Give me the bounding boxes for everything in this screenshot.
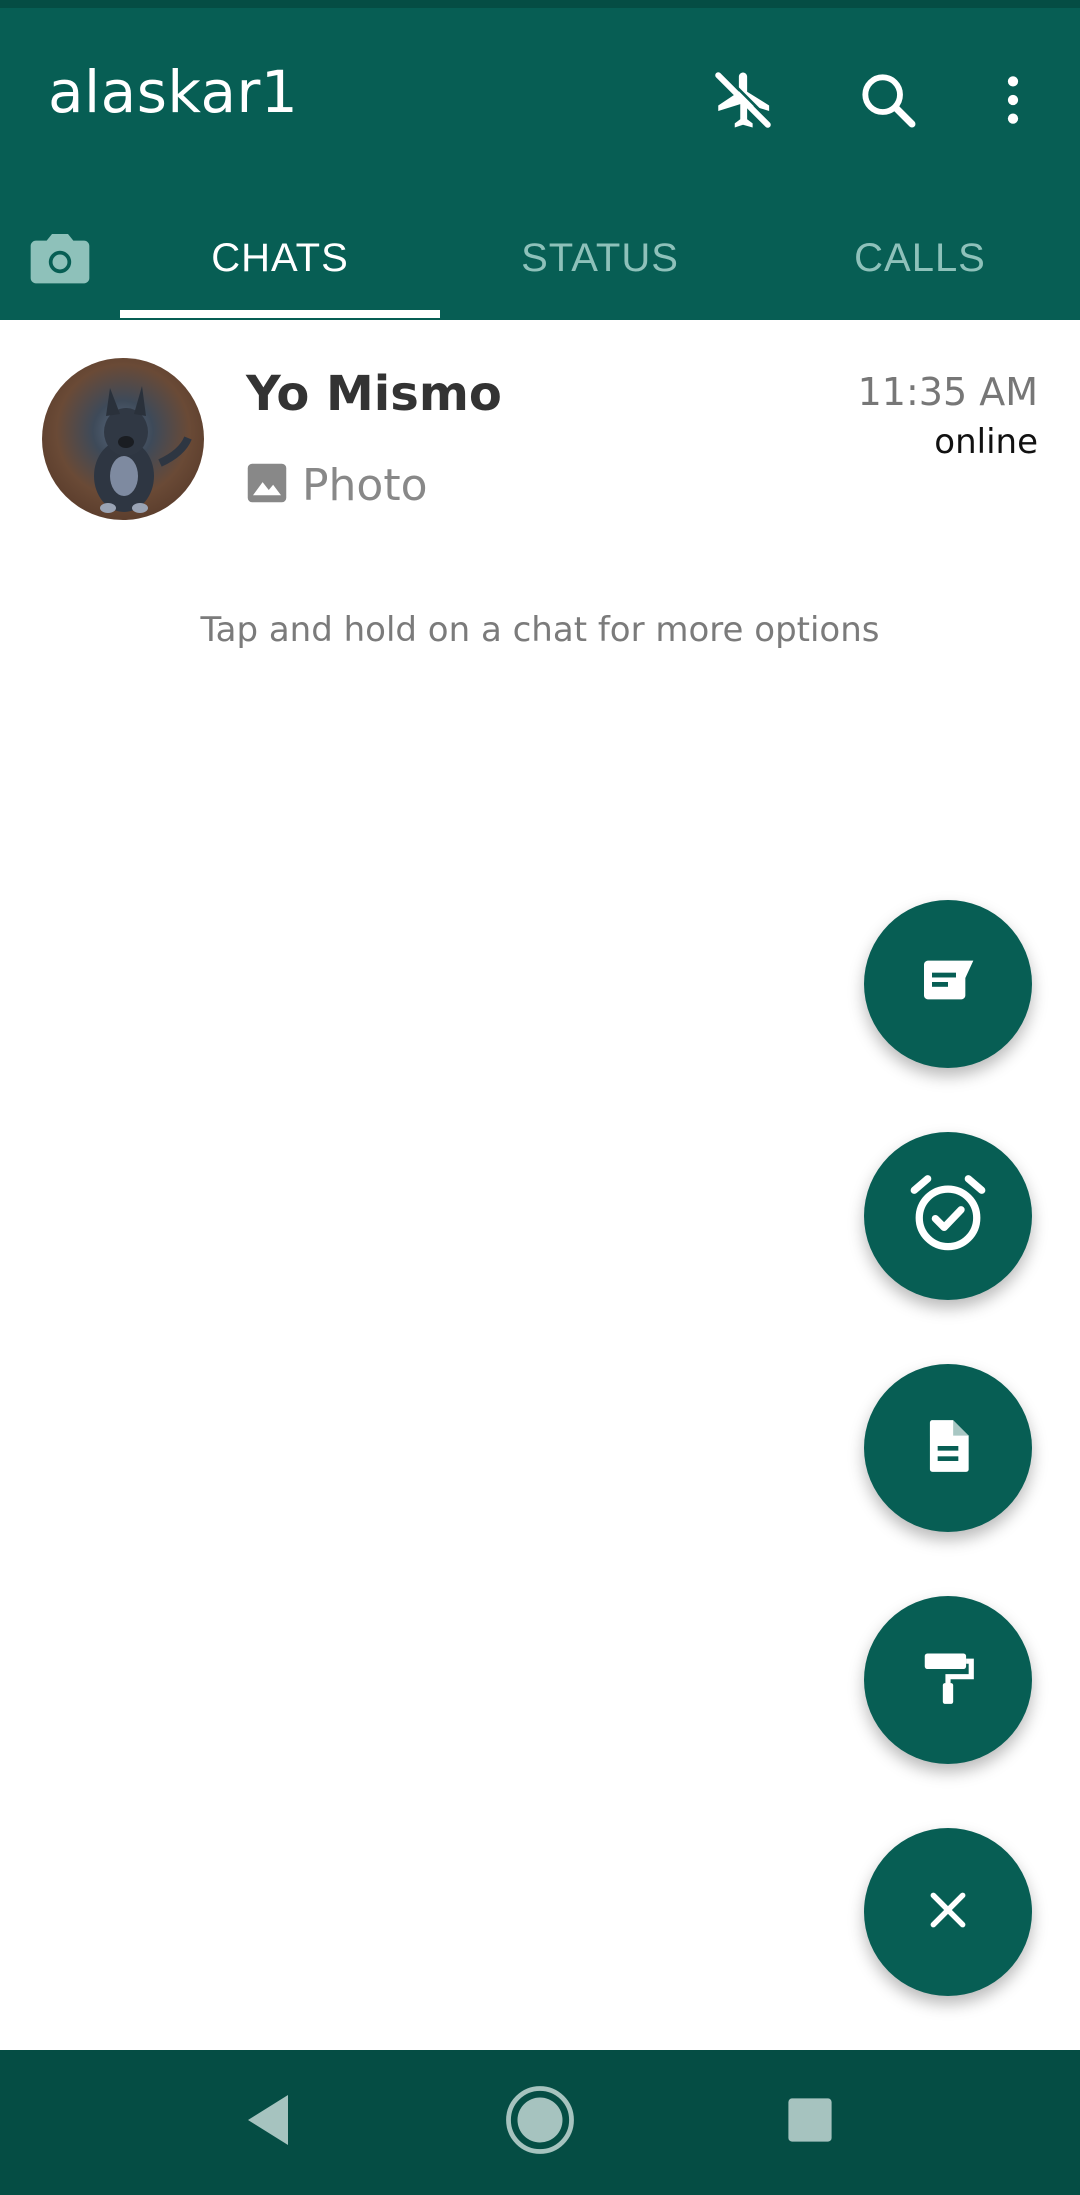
chat-online-status: online	[934, 422, 1038, 462]
chat-preview-text: Photo	[302, 460, 428, 511]
paint-roller-icon	[917, 1647, 979, 1714]
message-icon	[916, 950, 980, 1019]
tab-chats[interactable]: CHATS	[120, 208, 440, 308]
search-icon[interactable]	[848, 60, 928, 140]
recents-icon[interactable]	[760, 2070, 860, 2170]
new-message-button[interactable]	[864, 900, 1032, 1068]
airplane-off-icon[interactable]	[703, 60, 783, 140]
back-icon[interactable]	[218, 2070, 318, 2170]
chat-preview: Photo	[246, 460, 428, 511]
avatar[interactable]	[42, 358, 204, 520]
app-bar: alaskar1 CHATS STATUS CALLS	[0, 8, 1080, 320]
chat-list-item[interactable]: Yo Mismo 11:35 AM online Photo	[0, 330, 1080, 550]
hint-text: Tap and hold on a chat for more options	[200, 610, 880, 650]
close-icon	[926, 1888, 970, 1937]
app-title: alaskar1	[48, 58, 299, 126]
document-button[interactable]	[864, 1364, 1032, 1532]
image-icon	[246, 462, 288, 509]
tab-calls[interactable]: CALLS	[760, 208, 1080, 308]
camera-tab-icon[interactable]	[20, 218, 100, 298]
reminder-button[interactable]	[864, 1132, 1032, 1300]
chat-name: Yo Mismo	[246, 366, 502, 422]
alarm-check-icon	[902, 1168, 994, 1265]
tab-indicator	[120, 310, 440, 318]
system-navigation-bar	[0, 2050, 1080, 2195]
chat-time: 11:35 AM	[857, 370, 1038, 414]
theme-button[interactable]	[864, 1596, 1032, 1764]
close-fab-button[interactable]	[864, 1828, 1032, 1996]
more-vert-icon[interactable]	[973, 60, 1053, 140]
document-icon	[917, 1415, 979, 1482]
tab-status[interactable]: STATUS	[440, 208, 760, 308]
status-bar	[0, 0, 1080, 8]
home-icon[interactable]	[490, 2070, 590, 2170]
